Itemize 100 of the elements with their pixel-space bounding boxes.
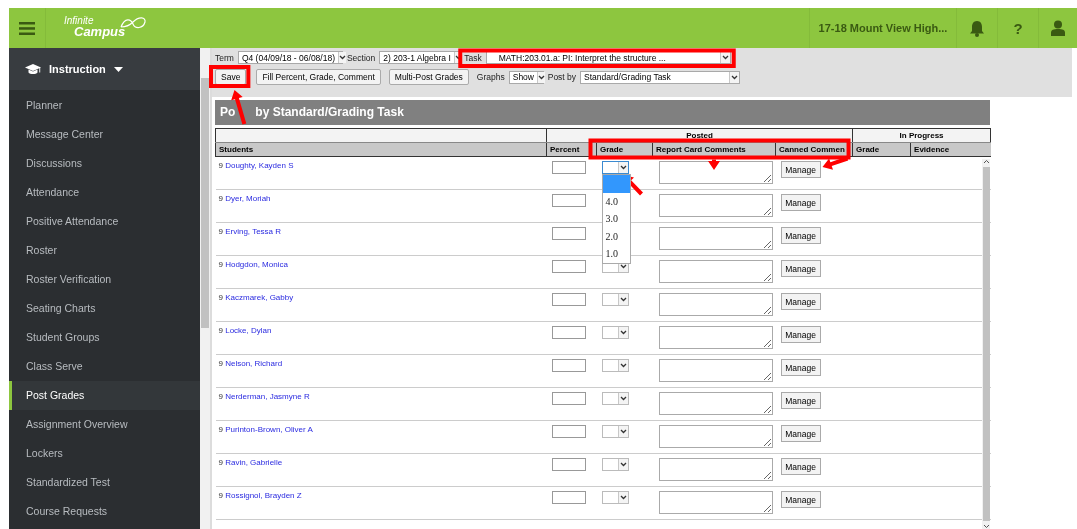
comment-field[interactable] [658, 227, 773, 250]
manage-button[interactable]: Manage [780, 260, 821, 277]
field-label: Term [215, 52, 234, 63]
user-icon[interactable] [1051, 20, 1065, 36]
nav-item[interactable]: Discussions [9, 149, 200, 178]
student-link[interactable]: Erving, Tessa R [225, 227, 282, 236]
dropdown-option[interactable]: 4.0 [602, 192, 630, 210]
chevron-icon[interactable] [721, 55, 729, 60]
nav-item[interactable]: Class Serve [9, 352, 200, 381]
student-link[interactable]: Rossignol, Brayden Z [225, 491, 302, 500]
student-link[interactable]: Nelson, Richard [225, 359, 283, 368]
percent-field[interactable] [551, 326, 586, 339]
school-name[interactable]: 17-18 Mount View High... [818, 22, 948, 34]
chevron-icon[interactable] [619, 429, 627, 434]
percent-field[interactable] [551, 161, 586, 174]
student-link[interactable]: Purinton-Brown, Oliver A [225, 425, 313, 434]
percent-field[interactable] [551, 260, 586, 273]
post-by-dropdown[interactable]: Standard/Grading Task [580, 70, 741, 84]
nav-item[interactable]: Lockers [9, 439, 200, 468]
comment-field[interactable] [658, 392, 773, 415]
manage-button[interactable]: Manage [780, 359, 821, 376]
chevron-icon[interactable] [619, 396, 627, 401]
percent-field[interactable] [551, 227, 586, 240]
chevron-icon[interactable] [619, 363, 627, 368]
comment-field[interactable] [658, 491, 773, 514]
manage-button[interactable]: Manage [780, 392, 821, 409]
scroll-down-icon [982, 524, 990, 529]
nav-item[interactable]: Assignment Overview [9, 410, 200, 439]
student-link[interactable]: Kaczmarek, Gabby [225, 293, 294, 302]
toolbar-button[interactable]: Multi-Post Grades [388, 69, 469, 85]
section-dropdown[interactable]: 2) 203-1 Algebra I [379, 51, 461, 64]
nav-item[interactable]: Attendance [9, 178, 200, 207]
nav-item[interactable]: Roster Verification [9, 265, 200, 294]
comment-field[interactable] [658, 425, 773, 448]
manage-button[interactable]: Manage [780, 161, 821, 178]
chevron-icon[interactable] [619, 165, 627, 170]
student-link[interactable]: Dyer, Moriah [225, 194, 271, 203]
graduation-cap-icon [25, 63, 41, 75]
comment-field[interactable] [658, 293, 773, 316]
grade-level: 9 [218, 194, 223, 203]
chevron-icon[interactable] [619, 462, 627, 467]
student-link[interactable]: Nerderman, Jasmyne R [225, 392, 310, 401]
dropdown-option[interactable]: 2.0 [602, 227, 630, 245]
manage-button[interactable]: Manage [780, 227, 821, 244]
manage-button[interactable]: Manage [780, 491, 821, 508]
nav-item[interactable]: Roster [9, 236, 200, 265]
percent-field[interactable] [551, 293, 586, 306]
chevron-icon[interactable] [619, 264, 627, 269]
percent-field[interactable] [551, 194, 586, 207]
nav-item[interactable]: Course Requests [9, 497, 200, 526]
student-link[interactable]: Locke, Dylan [225, 326, 272, 335]
chevron-icon[interactable] [538, 74, 545, 80]
nav-item[interactable]: Planner [9, 91, 200, 120]
dropdown-option[interactable]: 3.0 [602, 210, 630, 228]
nav-item[interactable]: Student Groups [9, 323, 200, 352]
student-link[interactable]: Ravin, Gabrielle [225, 458, 283, 467]
nav-item[interactable]: Positive Attendance [9, 207, 200, 236]
percent-field[interactable] [551, 425, 586, 438]
percent-field[interactable] [551, 491, 586, 504]
manage-button[interactable]: Manage [780, 293, 821, 310]
nav-item[interactable]: Message Center [9, 120, 200, 149]
toolbar-button[interactable]: Fill Percent, Grade, Comment [256, 69, 381, 85]
field-label: Graphs [476, 72, 505, 82]
bell-icon[interactable] [969, 19, 985, 37]
manage-button[interactable]: Manage [780, 458, 821, 475]
scrollbar[interactable] [200, 48, 212, 529]
dropdown-option[interactable]: 1.0 [602, 245, 630, 263]
grade-level: 9 [218, 260, 223, 269]
nav-item[interactable]: Standardized Test [9, 468, 200, 497]
chevron-icon[interactable] [339, 55, 346, 60]
comment-field[interactable] [658, 458, 773, 481]
grade-level: 9 [218, 326, 223, 335]
percent-field[interactable] [551, 359, 586, 372]
grade-dropdown[interactable] [601, 161, 629, 174]
toolbar-button[interactable]: Save [215, 69, 247, 85]
menu-icon[interactable] [19, 21, 35, 35]
comment-field[interactable] [658, 359, 773, 382]
help-button[interactable]: ? [1013, 19, 1023, 37]
grade-level: 9 [218, 359, 223, 368]
term-dropdown[interactable]: Q4 (04/09/18 - 06/08/18) [237, 51, 343, 64]
nav-item[interactable]: Seating Charts [9, 294, 200, 323]
graphs-dropdown[interactable]: Show [508, 70, 544, 84]
percent-field[interactable] [551, 392, 586, 405]
chevron-icon[interactable] [619, 495, 627, 500]
chevron-icon[interactable] [619, 297, 627, 302]
comment-field[interactable] [658, 326, 773, 349]
module-menu[interactable]: Instruction [9, 48, 200, 90]
comment-field[interactable] [658, 194, 773, 217]
scrollbar[interactable] [982, 159, 990, 529]
chevron-icon[interactable] [731, 74, 739, 80]
manage-button[interactable]: Manage [780, 326, 821, 343]
comment-field[interactable] [658, 260, 773, 283]
student-link[interactable]: Doughty, Kayden S [225, 161, 294, 170]
comment-field[interactable] [658, 161, 773, 184]
percent-field[interactable] [551, 458, 586, 471]
manage-button[interactable]: Manage [780, 425, 821, 442]
manage-button[interactable]: Manage [780, 194, 821, 211]
student-link[interactable]: Hodgdon, Monica [225, 260, 288, 269]
chevron-icon[interactable] [619, 330, 627, 335]
nav-item[interactable]: Post Grades [9, 381, 200, 410]
